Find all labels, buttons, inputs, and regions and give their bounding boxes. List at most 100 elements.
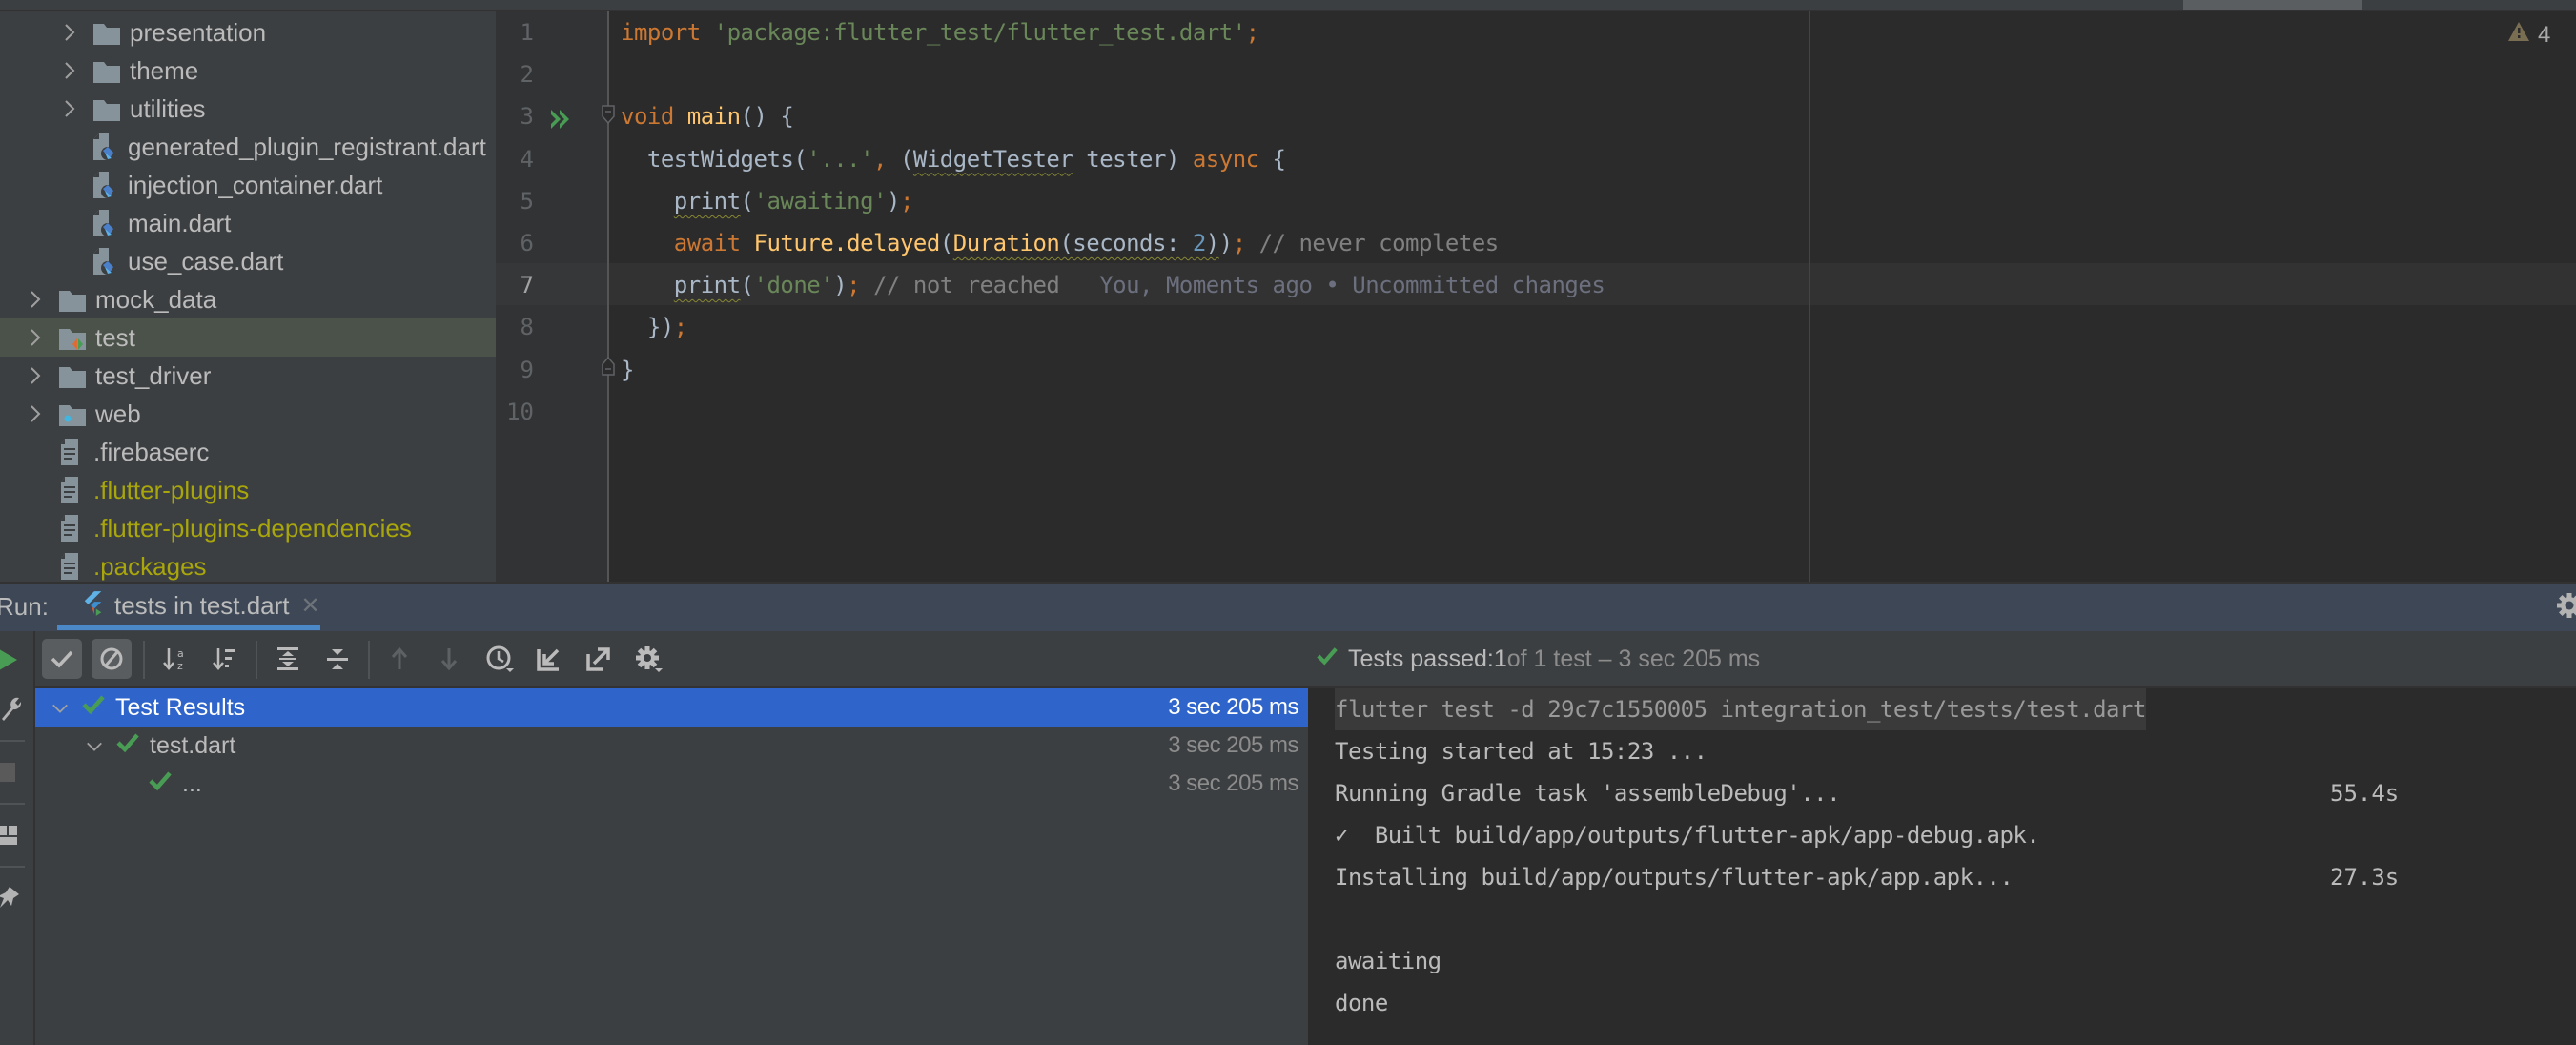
- text-file-icon: [59, 553, 80, 580]
- run-panel-label: Run:: [0, 592, 49, 621]
- chevron-right-icon[interactable]: [25, 318, 46, 357]
- text-file-icon: [59, 477, 80, 503]
- line-number: 10: [506, 398, 534, 425]
- code-line[interactable]: testWidgets('...', (WidgetTester tester)…: [621, 138, 1286, 180]
- code-line[interactable]: print('done'); // not reached You, Momen…: [621, 264, 1605, 306]
- check-icon: [51, 650, 73, 668]
- code-token: ,: [873, 145, 900, 173]
- gear-icon[interactable]: [2555, 591, 2576, 620]
- close-icon[interactable]: ✕: [301, 592, 320, 620]
- line-number: 6: [520, 230, 534, 256]
- tree-item[interactable]: .packages: [0, 547, 496, 582]
- code-line[interactable]: import 'package:flutter_test/flutter_tes…: [621, 11, 1259, 53]
- tree-item[interactable]: test: [0, 318, 496, 357]
- console-command: flutter test -d 29c7c1550005 integration…: [1335, 688, 2146, 730]
- active-tab-indicator: [57, 625, 320, 630]
- code-token: import: [621, 19, 714, 46]
- tree-item[interactable]: web: [0, 395, 496, 433]
- export-tests-button[interactable]: [579, 639, 619, 679]
- expand-all-button[interactable]: [268, 639, 308, 679]
- test-settings-button[interactable]: [628, 639, 668, 679]
- previous-failed-button[interactable]: [379, 639, 419, 679]
- code-token: void: [621, 103, 687, 131]
- code-token: tester): [1073, 145, 1193, 173]
- chevron-right-icon[interactable]: [59, 51, 80, 90]
- chevron-right-icon[interactable]: [25, 357, 46, 395]
- line-number: 2: [520, 61, 534, 89]
- dart-file-icon: [93, 248, 114, 275]
- inspection-widget[interactable]: 4: [2507, 21, 2550, 49]
- gear-icon: [636, 646, 663, 672]
- code-line[interactable]: });: [621, 306, 687, 348]
- tree-item[interactable]: .flutter-plugins: [0, 471, 496, 509]
- code-token: 2: [1192, 230, 1206, 256]
- sort-alphabetically-button[interactable]: az: [155, 639, 195, 679]
- tree-item[interactable]: use_case.dart: [0, 242, 496, 280]
- stop-icon[interactable]: [0, 763, 15, 782]
- warning-icon: [2507, 21, 2530, 49]
- tree-item[interactable]: test_driver: [0, 357, 496, 395]
- code-token: Future.delayed: [753, 230, 941, 256]
- warning-count: 4: [2538, 21, 2551, 48]
- layout-icon[interactable]: [0, 826, 17, 850]
- code-token: Duration: [952, 230, 1060, 256]
- code-token: {: [1258, 145, 1286, 173]
- wrench-icon[interactable]: [0, 694, 22, 723]
- code-token: ): [833, 272, 848, 299]
- show-ignored-toggle[interactable]: [92, 639, 132, 679]
- run-tab-tests-in-test-dart[interactable]: tests in test.dart ✕: [82, 582, 378, 629]
- tree-item[interactable]: .flutter-plugins-dependencies: [0, 509, 496, 547]
- next-failed-button[interactable]: [429, 639, 469, 679]
- toolstrip-separator: [0, 803, 25, 805]
- code-line[interactable]: void main() {: [621, 95, 794, 137]
- test-tree-row[interactable]: Test Results 3 sec 205 ms: [35, 688, 1308, 727]
- toolbar-separator: [368, 641, 370, 679]
- tree-item[interactable]: utilities: [0, 90, 496, 128]
- fold-start-icon[interactable]: [602, 105, 615, 125]
- show-passed-toggle[interactable]: [42, 639, 82, 679]
- tree-item[interactable]: injection_container.dart: [0, 166, 496, 204]
- code-line[interactable]: }: [621, 349, 634, 391]
- code-token: (: [1059, 230, 1073, 256]
- test-history-button[interactable]: [480, 639, 520, 679]
- code-token: main: [686, 103, 741, 131]
- fold-end-icon[interactable]: [602, 356, 615, 376]
- project-tree: presentation theme utilities generated_plug…: [0, 11, 496, 582]
- test-name: Test Results: [115, 693, 246, 721]
- chevron-right-icon[interactable]: [25, 395, 46, 433]
- chevron-right-icon[interactable]: [59, 13, 80, 51]
- import-icon: [537, 648, 560, 671]
- status-prefix: Tests passed:: [1348, 645, 1494, 672]
- tree-item[interactable]: main.dart: [0, 204, 496, 242]
- toolbar-separator: [143, 641, 145, 679]
- code-line[interactable]: print('awaiting');: [621, 180, 914, 222]
- test-tree-row[interactable]: ... 3 sec 205 ms: [35, 765, 1308, 803]
- tree-item[interactable]: mock_data: [0, 280, 496, 318]
- code-line[interactable]: await Future.delayed(Duration(seconds: 2…: [621, 222, 1499, 264]
- tree-item[interactable]: .firebaserc: [0, 433, 496, 471]
- tree-item[interactable]: theme: [0, 51, 496, 90]
- tree-item-label: use_case.dart: [128, 246, 284, 276]
- tree-item[interactable]: presentation: [0, 13, 496, 51]
- import-tests-button[interactable]: [529, 639, 569, 679]
- sort-alpha-icon: az: [163, 647, 184, 672]
- folder-icon: [59, 365, 86, 388]
- sort-by-duration-button[interactable]: [205, 639, 245, 679]
- chevron-down-icon[interactable]: [85, 732, 104, 760]
- code-token: print: [673, 272, 741, 299]
- rerun-icon[interactable]: [0, 643, 19, 677]
- collapse-all-button[interactable]: [317, 639, 358, 679]
- test-tree-row[interactable]: test.dart 3 sec 205 ms: [35, 727, 1308, 765]
- code-token: print: [673, 187, 741, 215]
- chevron-right-icon[interactable]: [25, 280, 46, 318]
- tree-item[interactable]: generated_plugin_registrant.dart: [0, 128, 496, 166]
- pin-icon[interactable]: [0, 885, 21, 910]
- chevron-right-icon[interactable]: [59, 90, 80, 128]
- tree-item-label: generated_plugin_registrant.dart: [128, 132, 486, 161]
- code-token: () {: [740, 103, 794, 131]
- tab-strip-scrollbar[interactable]: [2183, 0, 2362, 10]
- run-tests-gutter-icon[interactable]: [549, 107, 574, 132]
- chevron-down-icon[interactable]: [51, 694, 70, 722]
- fold-gutter-line: [607, 11, 609, 582]
